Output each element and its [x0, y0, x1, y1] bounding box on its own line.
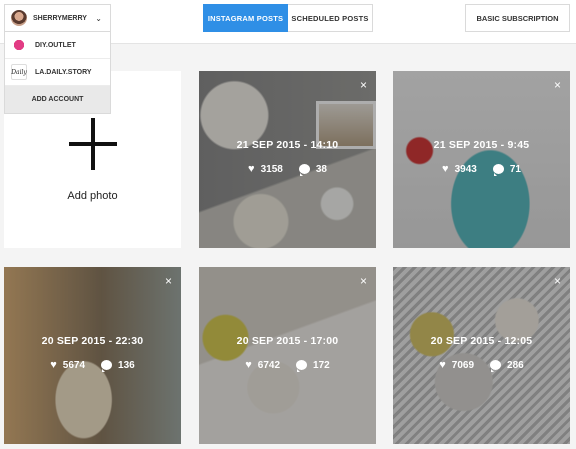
tab-bar: INSTAGRAM POSTS SCHEDULED POSTS	[203, 4, 373, 32]
likes-count: 3943	[454, 163, 477, 175]
plus-icon	[68, 117, 117, 170]
comment-icon	[101, 360, 113, 372]
post-date: 21 SEP 2015 - 9:45	[433, 139, 530, 151]
post-stats: ♥ 3943 71	[393, 163, 570, 176]
account-item-diy-outlet[interactable]: DIY.OUTLET	[5, 32, 110, 59]
post-card[interactable]: × 21 SEP 2015 - 14:10 ♥ 3158 38	[199, 71, 376, 248]
post-card[interactable]: × 20 SEP 2015 - 17:00 ♥ 6742 172	[199, 267, 376, 444]
post-stats: ♥ 3158 38	[199, 163, 376, 176]
subscription-button[interactable]: BASIC SUBSCRIPTION	[465, 4, 570, 32]
comment-icon	[492, 164, 504, 176]
account-avatar	[11, 37, 27, 53]
likes-count: 7069	[451, 359, 475, 371]
account-switcher[interactable]: SHERRYMERRY ⌄	[4, 4, 111, 32]
post-stats: ♥ 5674 136	[4, 359, 181, 372]
add-account-button[interactable]: ADD ACCOUNT	[5, 86, 110, 113]
post-card[interactable]: × 20 SEP 2015 - 12:05 ♥ 7069 286	[393, 267, 570, 444]
post-date: 21 SEP 2015 - 14:10	[236, 139, 339, 151]
account-item-la-daily-story[interactable]: Daily LA.DAILY.STORY	[5, 59, 110, 86]
likes-count: 3158	[260, 163, 283, 175]
close-icon[interactable]: ×	[165, 274, 172, 288]
heart-icon: ♥	[245, 359, 252, 371]
account-item-label: DIY.OUTLET	[35, 41, 76, 49]
account-item-label: LA.DAILY.STORY	[35, 68, 92, 76]
comments-count: 286	[507, 359, 524, 371]
tab-scheduled-posts[interactable]: SCHEDULED POSTS	[288, 4, 373, 32]
account-dropdown: DIY.OUTLET Daily LA.DAILY.STORY ADD ACCO…	[4, 32, 111, 114]
post-stats: ♥ 6742 172	[199, 359, 376, 372]
post-stats: ♥ 7069 286	[393, 359, 570, 372]
chevron-down-icon: ⌄	[95, 13, 102, 23]
account-avatar: Daily	[11, 64, 27, 80]
heart-icon: ♥	[248, 163, 255, 175]
post-date: 20 SEP 2015 - 22:30	[41, 335, 144, 347]
close-icon[interactable]: ×	[554, 274, 561, 288]
post-date: 20 SEP 2015 - 12:05	[430, 335, 533, 347]
comments-count: 136	[118, 359, 135, 371]
add-photo-label: Add photo	[67, 189, 118, 202]
comment-icon	[298, 164, 310, 176]
tab-instagram-posts[interactable]: INSTAGRAM POSTS	[203, 4, 288, 32]
comments-count: 172	[313, 359, 330, 371]
comments-count: 38	[315, 163, 327, 175]
avatar	[11, 10, 27, 26]
likes-count: 5674	[62, 359, 86, 371]
close-icon[interactable]: ×	[360, 274, 367, 288]
post-card[interactable]: × 21 SEP 2015 - 9:45 ♥ 3943 71	[393, 71, 570, 248]
heart-icon: ♥	[439, 359, 446, 371]
likes-count: 6742	[257, 359, 281, 371]
post-card[interactable]: × 20 SEP 2015 - 22:30 ♥ 5674 136	[4, 267, 181, 444]
comments-count: 71	[509, 163, 521, 175]
comment-icon	[490, 360, 502, 372]
close-icon[interactable]: ×	[360, 78, 367, 92]
heart-icon: ♥	[442, 163, 449, 175]
comment-icon	[296, 360, 308, 372]
post-date: 20 SEP 2015 - 17:00	[236, 335, 339, 347]
heart-icon: ♥	[50, 359, 57, 371]
current-account-name: SHERRYMERRY	[33, 14, 87, 22]
close-icon[interactable]: ×	[554, 78, 561, 92]
